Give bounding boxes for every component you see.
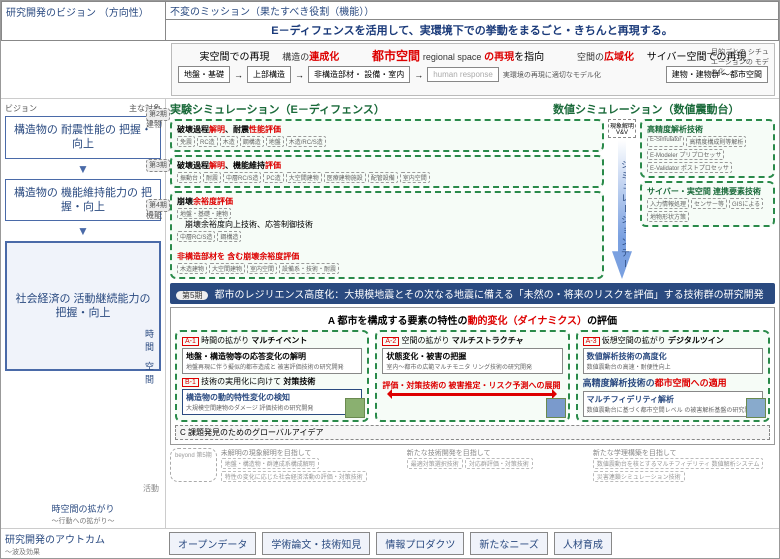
tag-item: 振動台 bbox=[177, 172, 201, 183]
num-block-2: サイバー・実空間 連携要素技術 入力情報処理センサー等GISによる地物形状方策 bbox=[640, 181, 775, 227]
vision-box-1: 構造物の 耐震性能の 把握・向上 bbox=[5, 116, 161, 159]
tag-item: 地盤・基礎・建物 bbox=[177, 208, 231, 219]
tag-item: 木造 bbox=[220, 136, 238, 147]
tag-item: 室内空間 bbox=[400, 172, 430, 183]
num-sim-header: 数値シミュレーション（数値震動台） bbox=[553, 101, 775, 117]
model-3d-icon bbox=[546, 398, 566, 418]
side-category-activity: 活動 bbox=[143, 483, 159, 494]
tag-item: 地物形状方策 bbox=[647, 211, 689, 222]
sim-data-arrow-icon: シミュレーションデータ bbox=[612, 140, 632, 279]
tag-item: GISによる bbox=[729, 198, 763, 209]
beyond-phase5: beyond 第5期 未解明の現象解明を目指して地盤・構造物・群連成系構成解明特… bbox=[170, 448, 775, 482]
mission-header: 不変のミッション（果たすべき役割（機能）） bbox=[166, 2, 778, 19]
left-footer: 時空間の拡がり～行動への拡がり～ bbox=[5, 502, 161, 526]
scope-box: 地盤・基礎 bbox=[178, 66, 230, 83]
tag-item: 地盤・構造物・群連成系構成解明 bbox=[221, 458, 319, 469]
tag-item: 大空間建物 bbox=[286, 172, 322, 183]
tag-item: 鋼構造 bbox=[217, 231, 241, 242]
tag-item: 中層RC/S造 bbox=[177, 231, 215, 242]
tag-item: 地盤 bbox=[266, 136, 284, 147]
area-a: A 都市を構成する要素の特性の動的変化（ダイナミクス）の評価 A-1 時間の拡が… bbox=[170, 307, 775, 445]
down-arrow-icon: ▼ bbox=[5, 165, 161, 173]
tag-item: 中層RC/S造 bbox=[223, 172, 261, 183]
tag-item: 配管設備 bbox=[368, 172, 398, 183]
outcome-box: 学術論文・技術知見 bbox=[262, 532, 370, 555]
side-category-time-space: 時間 空間 bbox=[143, 329, 156, 388]
tag-item: 最適対策選択技術 bbox=[407, 458, 463, 469]
tag-item: 設備系・技術・耐震 bbox=[279, 263, 339, 274]
red-double-arrow-icon bbox=[382, 393, 562, 396]
tag-item: 免震 bbox=[177, 136, 195, 147]
down-arrow-icon: ▼ bbox=[5, 227, 161, 235]
tag-item: E-Simulator bbox=[647, 136, 684, 147]
reproduction-scope: 実空間での再現 構造の連成化 都市空間 regional space の再現を指… bbox=[171, 43, 775, 96]
tag-item: 特性の変化に応じた社会経済活動の評価・対策技術 bbox=[221, 471, 367, 482]
exp-block-phase4: 崩壊余裕度評価 地盤・基礎・建物 崩壊余裕度向上技術、応答制御技術 中層RC/S… bbox=[170, 191, 604, 279]
tag-item: 耐震 bbox=[203, 172, 221, 183]
box-a2: A-2 空間の拡がり マルチストラクチャ 状態変化・被害の把握室内～都市の広範マ… bbox=[375, 330, 569, 422]
tag-item: E-Validator ポストプロセッサ bbox=[647, 162, 732, 173]
tag-item: 医療建物施設 bbox=[324, 172, 366, 183]
outcome-box: 情報プロダクツ bbox=[376, 532, 464, 555]
phase-tag: 第4期機能 bbox=[146, 200, 170, 221]
vision-header: 研究開発のビジョン （方向性） bbox=[1, 1, 166, 41]
tag-item: E-Modeler プリプロセッサ bbox=[647, 149, 724, 160]
tag-item: RC造 bbox=[197, 136, 218, 147]
tag-item: 災害連鎖シミュレーション技術 bbox=[593, 471, 685, 482]
mission-body: E－ディフェンスを活用して、実環境下での挙動をまるごと・きちんと再現する。 bbox=[166, 19, 778, 40]
scope-box: 非構造部材・ 設備・室内 bbox=[308, 66, 410, 83]
outcome-box: 人材育成 bbox=[554, 532, 612, 555]
phase-tag: 第3期 bbox=[146, 160, 170, 170]
vv-label: 現象解明 V&V bbox=[608, 119, 636, 138]
tag-item: PC造 bbox=[263, 172, 283, 183]
tag-item: 木造/RC/S造 bbox=[286, 136, 326, 147]
tag-item: 鋼構造 bbox=[240, 136, 264, 147]
outcome-box: オープンデータ bbox=[169, 532, 256, 555]
building-3d-icon bbox=[746, 398, 766, 418]
outcome-box: 新たなニーズ bbox=[470, 532, 548, 555]
phase-tag: 第2期建物 bbox=[146, 109, 170, 130]
tag-item: 大空間建物 bbox=[209, 263, 245, 274]
phase5-band: 第5期都市のレジリエンス高度化：大規模地震とその次なる地震に備える「未然の・将来… bbox=[170, 283, 775, 304]
scope-box: 上部構造 bbox=[247, 66, 291, 83]
tag-item: センサー等 bbox=[691, 198, 727, 209]
tag-item: 木造建物 bbox=[177, 263, 207, 274]
num-block-1: 高精度解析技術 E-Simulator高精度構成則等解析E-Modeler プリ… bbox=[640, 119, 775, 178]
exp-block-phase2: 破壊過程解明、耐震性能評価 免震RC造木造鋼構造地盤木造/RC/S造 bbox=[170, 119, 604, 152]
c-band: C 課題発見のためのグローバルアイデア bbox=[175, 425, 770, 440]
scope-box: human response bbox=[427, 67, 499, 82]
tag-item: 高精度構成則等解析 bbox=[686, 136, 746, 147]
vision-box-2: 構造物の 機能維持能力の 把握・向上 bbox=[5, 179, 161, 222]
exp-sim-header: 実験シミュレーション（E－ディフェンス） bbox=[170, 101, 545, 117]
vision-box-3: 社会経済の 活動継続能力の 把握・向上 bbox=[5, 241, 161, 371]
exp-block-phase3: 破壊過程解明、機能維持評価 振動台耐震中層RC/S造PC造大空間建物医療建物施設… bbox=[170, 155, 604, 188]
outcome-header: 研究開発のアウトカム～波及効果 bbox=[1, 529, 166, 558]
tag-item: 対応群評価・対策技術 bbox=[465, 458, 533, 469]
tag-item: 室内空間 bbox=[247, 263, 277, 274]
scope-right-caption: 目的ごとの シチュエーションの モデル化 bbox=[711, 47, 771, 77]
model-3d-icon bbox=[345, 398, 365, 418]
box-a1: A-1 時間の拡がり マルチイベント 地盤・構造物等の応答変化の解明地盤再現に伴… bbox=[175, 330, 369, 422]
tag-item: 数値震動台を核とするマルチフィデリティ 数値解析システム bbox=[593, 458, 764, 469]
box-a3: A-3 仮想空間の拡がり デジタルツイン 数値解析技術の高度化数値震動台の高速・… bbox=[576, 330, 770, 422]
tag-item: 入力情報処理 bbox=[647, 198, 689, 209]
